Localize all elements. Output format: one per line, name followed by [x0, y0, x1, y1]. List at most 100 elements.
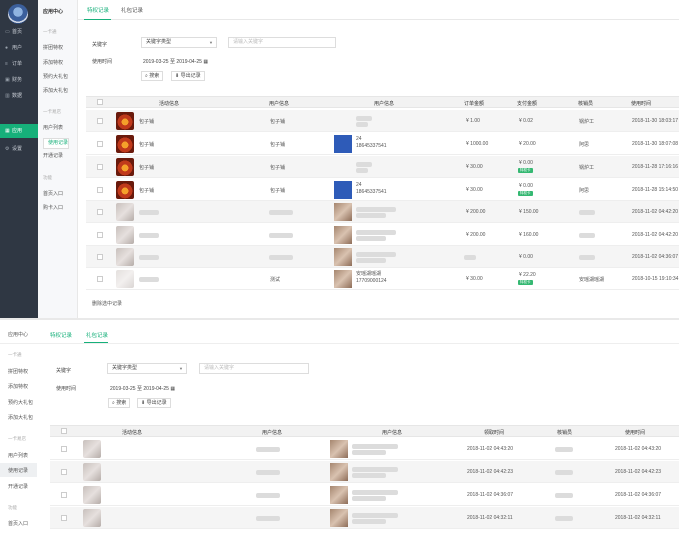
subnav-group: 一卡通	[43, 29, 57, 34]
date-range-picker[interactable]: 2019-03-25 至 2019-04-25 ▦	[110, 385, 175, 392]
sidebar-item-home[interactable]: ▭ 首页	[0, 25, 38, 39]
calendar-icon: ▦	[203, 59, 209, 65]
col-user: 用户信息	[269, 101, 290, 107]
staff-blur	[579, 255, 595, 260]
search-button[interactable]: ⌕ 搜索	[108, 398, 131, 408]
row-checkbox[interactable]	[97, 254, 103, 260]
subnav-group: 一卡易店	[8, 436, 26, 441]
staff-name: 安瑶湖瑶湖	[579, 277, 605, 283]
col-time: 使用时间	[625, 430, 646, 436]
row-checkbox[interactable]	[97, 209, 103, 215]
staff-blur	[555, 516, 573, 521]
table-header: 活动信息 用户信息 用户信息 领取时间 核销员 使用时间	[50, 425, 679, 437]
subnav-item[interactable]: 预约大礼包	[43, 73, 68, 80]
money-icon: ▣	[5, 77, 10, 83]
user-name: 包子铺	[270, 119, 286, 125]
use-time: 2018-11-02 04:43:20	[615, 446, 662, 452]
subnav-item[interactable]: 添加特权	[43, 59, 63, 66]
use-time: 2018-11-02 04:42:23	[615, 469, 662, 475]
time-label: 使用时间	[92, 59, 113, 65]
subnav-item[interactable]: 开通记录	[43, 152, 63, 159]
tab-divider	[0, 343, 679, 344]
subnav-item[interactable]: 用户列表	[43, 124, 63, 131]
table-row: ¥ 200.00 ¥ 150.00 2018-11-02 04:42:20	[86, 201, 679, 223]
subnav-item-selected[interactable]: 使用记录	[43, 138, 70, 149]
order-amount: ¥ 1000.00	[466, 141, 489, 147]
row-checkbox[interactable]	[61, 446, 67, 452]
row-checkbox[interactable]	[97, 232, 103, 238]
subnav-item[interactable]: 首页入口	[43, 190, 63, 197]
sidebar-item-settings[interactable]: ⚙ 设置	[0, 142, 38, 156]
activity-thumb	[116, 270, 134, 288]
subnav-item[interactable]: 预约大礼包	[8, 399, 33, 406]
keyword-type-select[interactable]: 关键字类型 ▼	[141, 37, 217, 48]
user-name: 包子铺	[270, 142, 286, 148]
date-range-picker[interactable]: 2019-03-25 至 2019-04-25 ▦	[143, 58, 208, 65]
sidebar-item-user[interactable]: ● 用户	[0, 41, 38, 55]
use-time: 2018-11-02 04:36:07	[632, 254, 679, 260]
user-info-blur	[352, 444, 398, 449]
sidebar-item-data[interactable]: ▥ 数据	[0, 89, 38, 103]
row-checkbox[interactable]	[61, 515, 67, 521]
table-row: 2018-11-02 04:32:11 2018-11-02 04:32:11	[50, 507, 679, 529]
sidebar-item-finance[interactable]: ▣ 财务	[0, 73, 38, 87]
search-button[interactable]: ⌕ 搜索	[141, 71, 164, 81]
row-checkbox[interactable]	[97, 118, 103, 124]
keyword-input[interactable]: 请输入关键字	[199, 363, 309, 374]
export-button[interactable]: ⬇ 导出记录	[137, 398, 171, 408]
subnav-item[interactable]: 开通记录	[8, 483, 28, 490]
download-icon: ⬇	[175, 73, 180, 79]
keyword-label: 关键字	[56, 368, 72, 374]
order-amount: ¥ 30.00	[466, 276, 483, 282]
delete-selected-link[interactable]: 删除选中记录	[92, 300, 122, 307]
table-row: 2018-11-02 04:42:23 2018-11-02 04:42:23	[50, 461, 679, 483]
subnav-item-selected[interactable]: 使用记录	[8, 467, 28, 474]
subnav-item[interactable]: 添加特权	[8, 383, 28, 390]
sidebar-item-apps[interactable]: ▦ 应用	[0, 124, 38, 138]
row-checkbox[interactable]	[61, 469, 67, 475]
row-checkbox[interactable]	[97, 164, 103, 170]
row-checkbox[interactable]	[97, 276, 103, 282]
user-avatar	[334, 248, 352, 266]
row-checkbox[interactable]	[97, 187, 103, 193]
col-user: 用户信息	[262, 430, 283, 436]
pay-amount: ¥ 0.00	[519, 160, 533, 166]
bottom-panel: 应用中心 特权记录 礼包记录 一卡通 拼团特权 添加特权 预约大礼包 添加大礼包…	[0, 320, 679, 533]
tab-privilege[interactable]: 特权记录	[87, 6, 109, 14]
subnav-item[interactable]: 用户列表	[8, 452, 28, 459]
subnav-item[interactable]: 拼团特权	[43, 44, 63, 51]
subnav-group: 一卡易店	[43, 109, 61, 114]
subnav-item[interactable]: 购卡入口	[43, 204, 63, 211]
row-checkbox[interactable]	[97, 141, 103, 147]
user-avatar	[330, 463, 348, 481]
tab-giftpack[interactable]: 礼包记录	[86, 331, 108, 339]
user-info-blur	[356, 168, 368, 173]
sidebar-item-order[interactable]: ≡ 订单	[0, 57, 38, 71]
export-button[interactable]: ⬇ 导出记录	[171, 71, 205, 81]
user-info-blur	[352, 496, 386, 501]
user-info-blur	[352, 467, 398, 472]
tab-giftpack[interactable]: 礼包记录	[121, 6, 143, 14]
keyword-type-select[interactable]: 关键字类型 ▼	[107, 363, 187, 374]
select-all-checkbox[interactable]	[97, 99, 103, 105]
tab-privilege[interactable]: 特权记录	[50, 331, 72, 339]
order-amount: ¥ 1.00	[466, 118, 480, 124]
activity-thumb	[116, 135, 134, 153]
table-row: 包子铺 包子铺 ¥ 1.00 ¥ 0.02 锅炉工 2018-11-30 18:03:17	[86, 110, 679, 132]
activity-thumb	[83, 486, 101, 504]
subnav-item[interactable]: 首页入口	[8, 520, 28, 527]
col-order-amount: 订单金额	[464, 101, 485, 107]
subnav-item[interactable]: 添加大礼包	[43, 87, 68, 94]
user-phone: 安瑶湖瑶湖 17709000124	[356, 271, 387, 284]
subnav-title: 应用中心	[43, 9, 64, 15]
pay-amount: ¥ 20.00	[519, 141, 536, 147]
subnav-item[interactable]: 拼团特权	[8, 368, 28, 375]
select-all-checkbox[interactable]	[61, 428, 67, 434]
row-checkbox[interactable]	[61, 492, 67, 498]
main-sidebar: ▭ 首页 ● 用户 ≡ 订单 ▣ 财务 ▥ 数据 ▦ 应用 ⚙ 设置	[0, 0, 38, 318]
table-row: 2018-11-02 04:36:07 2018-11-02 04:36:07	[50, 484, 679, 506]
keyword-input[interactable]: 请输入关键字	[228, 37, 336, 48]
subnav-item[interactable]: 添加大礼包	[8, 414, 33, 421]
card-badge: 特权卡	[518, 191, 533, 196]
card-badge: 特权卡	[518, 280, 533, 285]
